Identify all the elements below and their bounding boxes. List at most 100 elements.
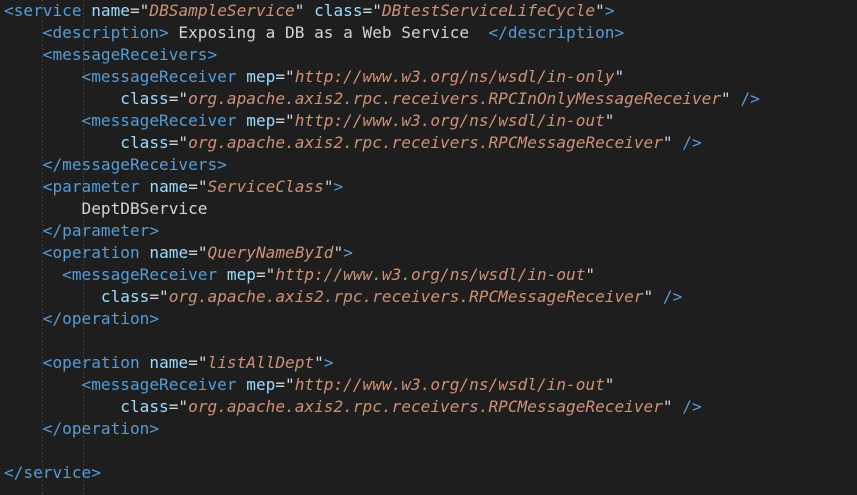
xml-punctuation: " <box>662 133 683 152</box>
code-line[interactable]: <messageReceivers> <box>4 44 217 66</box>
xml-punctuation: =" <box>255 265 276 284</box>
xml-punctuation: " <box>585 265 596 284</box>
xml-punctuation: =" <box>168 133 189 152</box>
xml-punctuation <box>4 243 43 262</box>
xml-value: QueryNameById <box>207 243 334 262</box>
xml-punctuation: " <box>721 89 741 108</box>
xml-tag: <messageReceivers> <box>42 45 218 64</box>
code-line[interactable]: class="org.apache.axis2.rpc.receivers.RP… <box>4 396 702 418</box>
xml-punctuation: " <box>643 287 663 306</box>
xml-punctuation: =" <box>149 287 169 306</box>
code-line[interactable]: </operation> <box>4 418 159 440</box>
xml-punctuation: =" <box>168 89 189 108</box>
xml-punctuation <box>140 243 150 262</box>
xml-punctuation: =" <box>188 353 208 372</box>
xml-tag: /> <box>662 287 683 306</box>
code-line[interactable]: </parameter> <box>4 220 159 242</box>
code-editor[interactable]: <service name="DBSampleService" class="D… <box>0 0 857 495</box>
xml-tag: </service> <box>4 463 101 482</box>
code-line[interactable]: <messageReceiver mep="http://www.w3.org/… <box>4 110 615 132</box>
xml-punctuation: " <box>294 1 315 20</box>
xml-tag: /> <box>682 133 702 152</box>
xml-punctuation: =" <box>275 111 295 130</box>
xml-punctuation <box>82 1 92 20</box>
xml-tag: <operation <box>42 353 140 372</box>
xml-punctuation <box>237 375 247 394</box>
code-line[interactable]: <messageReceiver mep="http://www.w3.org/… <box>4 374 615 396</box>
code-line[interactable]: <messageReceiver mep="http://www.w3.org/… <box>4 264 595 286</box>
xml-punctuation <box>140 177 150 196</box>
xml-punctuation <box>4 353 43 372</box>
xml-value: http://www.w3.org/ns/wsdl/in-out <box>294 111 605 130</box>
xml-punctuation <box>4 155 43 174</box>
code-line[interactable]: class="org.apache.axis2.rpc.receivers.RP… <box>4 88 760 110</box>
code-line[interactable]: </service> <box>4 462 101 484</box>
xml-punctuation <box>4 309 43 328</box>
xml-tag: <operation <box>42 243 140 262</box>
xml-value: http://www.w3.org/ns/wsdl/in-out <box>275 265 586 284</box>
xml-attribute: name <box>149 177 189 196</box>
xml-attribute: name <box>91 1 130 20</box>
xml-punctuation <box>4 89 120 108</box>
xml-text: Exposing a DB as a Web Service <box>168 23 489 42</box>
xml-value: org.apache.axis2.rpc.receivers.RPCMessag… <box>168 287 644 306</box>
xml-tag: <description> <box>42 23 169 42</box>
code-line[interactable]: <description> Exposing a DB as a Web Ser… <box>4 22 624 44</box>
xml-punctuation: =" <box>188 243 208 262</box>
xml-value: DBSampleService <box>149 1 295 20</box>
xml-punctuation <box>4 265 62 284</box>
xml-tag: <messageReceiver <box>62 265 218 284</box>
xml-punctuation <box>4 133 120 152</box>
xml-tag: </operation> <box>42 419 160 438</box>
code-line[interactable]: <parameter name="ServiceClass"> <box>4 176 343 198</box>
xml-tag: <messageReceiver <box>81 67 237 86</box>
xml-value: listAllDept <box>207 353 315 372</box>
code-line[interactable]: </messageReceivers> <box>4 154 227 176</box>
xml-tag: <messageReceiver <box>81 111 237 130</box>
xml-attribute: class <box>314 1 363 20</box>
xml-punctuation: " <box>614 67 625 86</box>
xml-tag: <messageReceiver <box>81 375 237 394</box>
code-line[interactable]: <operation name="listAllDept"> <box>4 352 334 374</box>
code-line[interactable]: </operation> <box>4 308 159 330</box>
xml-punctuation <box>4 287 101 306</box>
xml-punctuation: " <box>604 375 615 394</box>
xml-punctuation <box>4 67 82 86</box>
xml-punctuation <box>217 265 227 284</box>
code-line[interactable]: DeptDBService <box>4 198 208 220</box>
code-line[interactable]: <service name="DBSampleService" class="D… <box>4 0 615 22</box>
xml-punctuation: " <box>595 1 605 20</box>
xml-tag: </parameter> <box>42 221 160 240</box>
code-line[interactable]: <operation name="QueryNameById"> <box>4 242 353 264</box>
xml-value: org.apache.axis2.rpc.receivers.RPCMessag… <box>188 133 663 152</box>
xml-value: org.apache.axis2.rpc.receivers.RPCInOnly… <box>188 89 722 108</box>
xml-tag: > <box>343 243 353 262</box>
xml-tag: /> <box>740 89 760 108</box>
xml-text: DeptDBService <box>4 199 208 218</box>
xml-tag: </description> <box>488 23 625 42</box>
xml-punctuation: =" <box>188 177 208 196</box>
code-line[interactable]: class="org.apache.axis2.rpc.receivers.RP… <box>4 286 682 308</box>
xml-tag: <parameter <box>42 177 140 196</box>
xml-punctuation <box>140 353 150 372</box>
xml-attribute: class <box>100 287 150 306</box>
xml-attribute: mep <box>246 67 276 86</box>
xml-tag: /> <box>682 397 702 416</box>
xml-attribute: name <box>149 353 189 372</box>
xml-punctuation <box>4 177 43 196</box>
xml-value: DBtestServiceLifeCycle <box>381 1 596 20</box>
xml-punctuation <box>237 111 247 130</box>
xml-tag: > <box>323 353 334 372</box>
xml-attribute: mep <box>246 111 276 130</box>
xml-tag: </operation> <box>42 309 160 328</box>
code-line[interactable]: class="org.apache.axis2.rpc.receivers.RP… <box>4 132 702 154</box>
code-line[interactable]: <messageReceiver mep="http://www.w3.org/… <box>4 66 625 88</box>
xml-punctuation: " <box>323 177 334 196</box>
xml-punctuation: " <box>314 353 324 372</box>
xml-attribute: class <box>120 133 169 152</box>
xml-punctuation <box>4 419 43 438</box>
xml-tag: <service <box>4 1 82 20</box>
xml-punctuation <box>4 111 82 130</box>
xml-punctuation <box>4 221 43 240</box>
xml-attribute: mep <box>246 375 276 394</box>
